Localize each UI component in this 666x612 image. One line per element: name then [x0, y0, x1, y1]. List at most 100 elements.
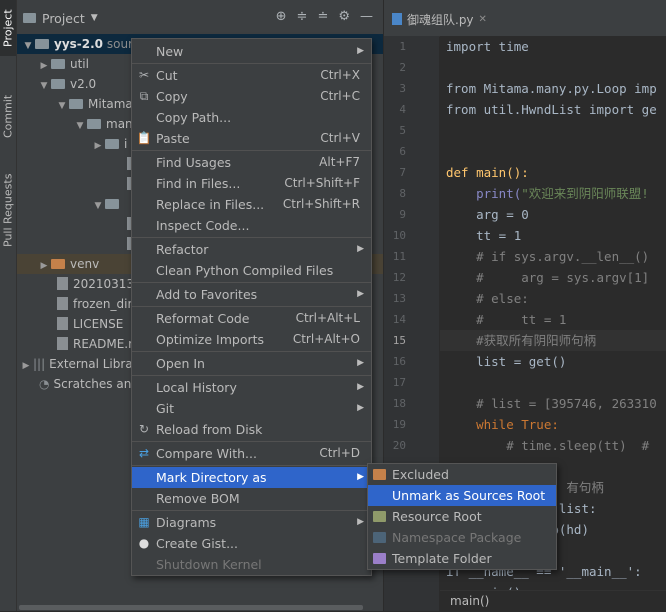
- menu-separator: [132, 375, 371, 376]
- menu-separator: [132, 150, 371, 151]
- project-horizontal-scrollbar[interactable]: [17, 603, 383, 611]
- menu-item-refactor[interactable]: Refactor ▶: [132, 239, 371, 260]
- chevron-right-icon: ▶: [357, 517, 364, 527]
- chevron-down-icon[interactable]: ▼: [37, 76, 51, 96]
- chevron-right-icon[interactable]: ▶: [19, 356, 33, 376]
- menu-item-shortcut: Ctrl+X: [320, 68, 360, 82]
- submenu-item-unmark-sources-root[interactable]: Unmark as Sources Root: [368, 485, 556, 506]
- line-number: 4: [399, 103, 406, 116]
- chevron-right-icon[interactable]: ▶: [37, 256, 51, 276]
- line-number: 8: [399, 187, 406, 200]
- minimize-icon[interactable]: —: [360, 9, 373, 24]
- line-number: 11: [392, 250, 406, 263]
- menu-item-remove-bom[interactable]: Remove BOM: [132, 488, 371, 509]
- menu-item-compare-with[interactable]: ⇄ Compare With... Ctrl+D: [132, 443, 371, 464]
- submenu-item-resource-root[interactable]: Resource Root: [368, 506, 556, 527]
- tree-label-util: util: [70, 57, 89, 71]
- line-number: 12: [392, 271, 406, 284]
- markdown-file-icon: [57, 337, 68, 350]
- menu-item-open-in[interactable]: Open In ▶: [132, 353, 371, 374]
- line-number: 15: [392, 334, 406, 347]
- locate-icon[interactable]: ⊕: [276, 9, 287, 24]
- tree-label-venv: venv: [70, 257, 100, 271]
- menu-item-label: Find Usages: [156, 155, 232, 170]
- menu-item-paste[interactable]: 📋 Paste Ctrl+V: [132, 128, 371, 149]
- menu-item-optimize-imports[interactable]: Optimize Imports Ctrl+Alt+O: [132, 329, 371, 350]
- submenu-item-excluded[interactable]: Excluded: [368, 464, 556, 485]
- chevron-right-icon: ▶: [357, 244, 364, 254]
- line-number: 13: [392, 292, 406, 305]
- menu-item-new[interactable]: New ▶: [132, 41, 371, 62]
- scrollbar-thumb[interactable]: [19, 605, 363, 610]
- compare-icon: ⇄: [138, 446, 150, 460]
- folder-icon: [35, 38, 49, 49]
- menu-item-label: Copy: [156, 89, 188, 104]
- line-number: 3: [399, 82, 406, 95]
- menu-item-copy[interactable]: ⧉ Copy Ctrl+C: [132, 86, 371, 107]
- menu-item-copy-path[interactable]: Copy Path...: [132, 107, 371, 128]
- menu-separator: [132, 441, 371, 442]
- menu-item-mark-directory-as[interactable]: Mark Directory as ▶: [132, 467, 371, 488]
- clipboard-icon: 📋: [136, 131, 152, 145]
- tool-window-strip: Project Commit Pull Requests: [0, 0, 17, 611]
- tree-label-mitama: Mitama: [88, 97, 133, 111]
- editor-tab[interactable]: 御魂组队.py ✕: [392, 8, 487, 30]
- code-line: def main():: [446, 165, 529, 180]
- chevron-down-icon[interactable]: ▼: [73, 116, 87, 136]
- menu-item-inspect-code[interactable]: Inspect Code...: [132, 215, 371, 236]
- menu-item-local-history[interactable]: Local History ▶: [132, 377, 371, 398]
- tab-pull-requests[interactable]: Pull Requests: [0, 160, 16, 260]
- menu-item-find-usages[interactable]: Find Usages Alt+F7: [132, 152, 371, 173]
- close-icon[interactable]: ✕: [479, 14, 487, 25]
- menu-item-reformat-code[interactable]: Reformat Code Ctrl+Alt+L: [132, 308, 371, 329]
- menu-item-label: Open In: [156, 356, 205, 371]
- menu-item-label: Reformat Code: [156, 311, 250, 326]
- breadcrumb-item[interactable]: main(): [450, 594, 489, 608]
- menu-item-label: Remove BOM: [156, 491, 240, 506]
- tree-label-scratches: Scratches and: [53, 377, 139, 391]
- menu-item-label: Cut: [156, 68, 178, 83]
- tab-project[interactable]: Project: [0, 0, 16, 56]
- line-number: 19: [392, 418, 406, 431]
- menu-item-label: Shutdown Kernel: [156, 557, 262, 572]
- line-number: 16: [392, 355, 406, 368]
- menu-item-clean-compiled[interactable]: Clean Python Compiled Files: [132, 260, 371, 281]
- tab-commit[interactable]: Commit: [0, 84, 16, 148]
- chevron-down-icon[interactable]: ▼: [21, 36, 35, 56]
- menu-item-create-gist[interactable]: ● Create Gist...: [132, 533, 371, 554]
- gear-icon[interactable]: ⚙: [338, 9, 350, 24]
- chevron-right-icon[interactable]: ▶: [91, 136, 105, 156]
- line-number: 10: [392, 229, 406, 242]
- menu-item-git[interactable]: Git ▶: [132, 398, 371, 419]
- expand-all-icon[interactable]: ≑: [297, 9, 308, 24]
- project-view-selector[interactable]: Project ▼: [23, 11, 98, 26]
- menu-item-label: Add to Favorites: [156, 287, 258, 302]
- submenu-item-label: Template Folder: [392, 551, 492, 566]
- line-number: 9: [399, 208, 406, 221]
- chevron-right-icon: ▶: [357, 472, 364, 482]
- menu-item-cut[interactable]: ✂ Cut Ctrl+X: [132, 65, 371, 86]
- diagram-icon: ▦: [138, 515, 150, 529]
- menu-item-reload-from-disk[interactable]: ↻ Reload from Disk: [132, 419, 371, 440]
- python-file-icon: [392, 13, 402, 25]
- breadcrumb[interactable]: main(): [440, 590, 666, 612]
- context-menu: New ▶ ✂ Cut Ctrl+X ⧉ Copy Ctrl+C Copy Path...…: [131, 38, 372, 576]
- menu-item-label: Clean Python Compiled Files: [156, 263, 334, 278]
- menu-item-diagrams[interactable]: ▦ Diagrams ▶: [132, 512, 371, 533]
- menu-item-label: Reload from Disk: [156, 422, 263, 437]
- menu-item-add-to-favorites[interactable]: Add to Favorites ▶: [132, 284, 371, 305]
- namespace-folder-icon: [373, 532, 386, 543]
- menu-item-shortcut: Ctrl+C: [320, 89, 360, 103]
- chevron-down-icon[interactable]: ▼: [91, 196, 105, 216]
- menu-item-replace-in-files[interactable]: Replace in Files... Ctrl+Shift+R: [132, 194, 371, 215]
- collapse-all-icon[interactable]: ≐: [317, 9, 328, 24]
- chevron-right-icon[interactable]: ▶: [37, 56, 51, 76]
- menu-separator: [132, 465, 371, 466]
- code-line: while True:: [446, 417, 559, 432]
- menu-item-shortcut: Ctrl+Shift+R: [282, 197, 360, 211]
- chevron-down-icon[interactable]: ▼: [55, 96, 69, 116]
- submenu-item-template-folder[interactable]: Template Folder: [368, 548, 556, 569]
- menu-item-find-in-files[interactable]: Find in Files... Ctrl+Shift+F: [132, 173, 371, 194]
- tree-label-file-20210313: 20210313: [73, 277, 135, 291]
- menu-item-label: New: [156, 44, 184, 59]
